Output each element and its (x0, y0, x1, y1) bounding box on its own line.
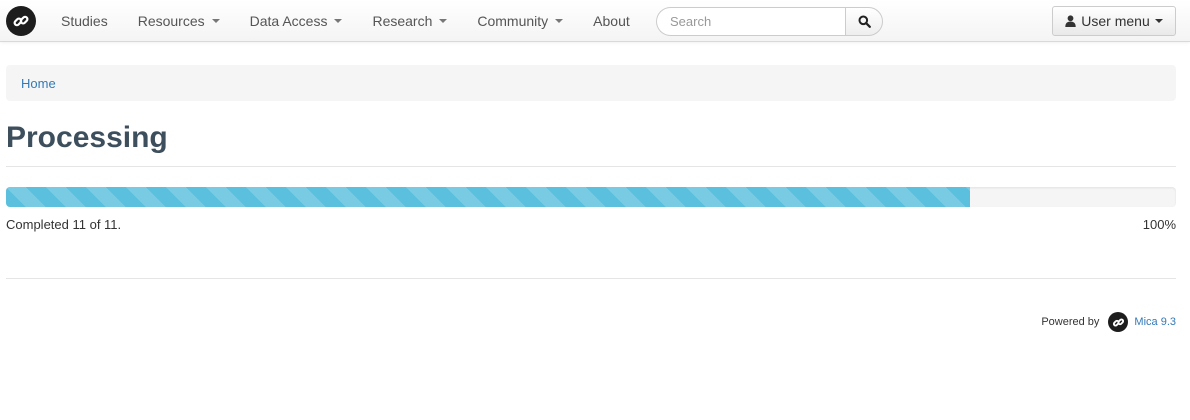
powered-by-text: Powered by (1041, 316, 1100, 328)
top-navbar: Studies Resources Data Access Research C… (0, 0, 1190, 42)
nav-community[interactable]: Community (462, 0, 578, 42)
caret-down-icon (555, 19, 564, 23)
search-button[interactable] (845, 7, 883, 36)
progress-status-text: Completed 11 of 11. (6, 217, 122, 232)
footer-divider (6, 278, 1176, 279)
nav-resources[interactable]: Resources (123, 0, 235, 42)
mica-version-link[interactable]: Mica 9.3 (1134, 316, 1176, 328)
page-title: Processing (6, 121, 168, 154)
main-nav: Studies Resources Data Access Research C… (46, 0, 645, 42)
nav-studies[interactable]: Studies (46, 0, 123, 42)
nav-label: Data Access (249, 13, 328, 29)
caret-down-icon (439, 19, 448, 23)
caret-down-icon (334, 19, 343, 23)
nav-label: About (593, 13, 630, 29)
progress-percent-label: 100% (1142, 217, 1176, 232)
mica-logo-icon[interactable] (6, 6, 36, 36)
user-icon (1065, 15, 1076, 27)
search-icon (858, 15, 871, 28)
caret-down-icon (1154, 19, 1163, 23)
title-divider (6, 166, 1176, 167)
nav-data-access[interactable]: Data Access (235, 0, 358, 42)
caret-down-icon (211, 19, 220, 23)
nav-label: Resources (137, 13, 205, 29)
nav-label: Research (372, 13, 433, 29)
progress-bar (6, 187, 971, 207)
user-menu-button[interactable]: User menu (1052, 6, 1176, 36)
nav-about[interactable]: About (578, 0, 645, 42)
search-input[interactable] (656, 7, 845, 36)
footer: Powered by Mica 9.3 (1041, 312, 1176, 332)
user-menu-label: User menu (1081, 13, 1150, 29)
search-form (656, 7, 883, 36)
nav-label: Studies (61, 13, 108, 29)
breadcrumb: Home (6, 65, 1176, 101)
mica-footer-logo-icon (1108, 312, 1129, 332)
progress-track (6, 187, 1176, 207)
nav-research[interactable]: Research (357, 0, 462, 42)
breadcrumb-home-link[interactable]: Home (21, 76, 56, 91)
nav-label: Community (477, 13, 549, 29)
